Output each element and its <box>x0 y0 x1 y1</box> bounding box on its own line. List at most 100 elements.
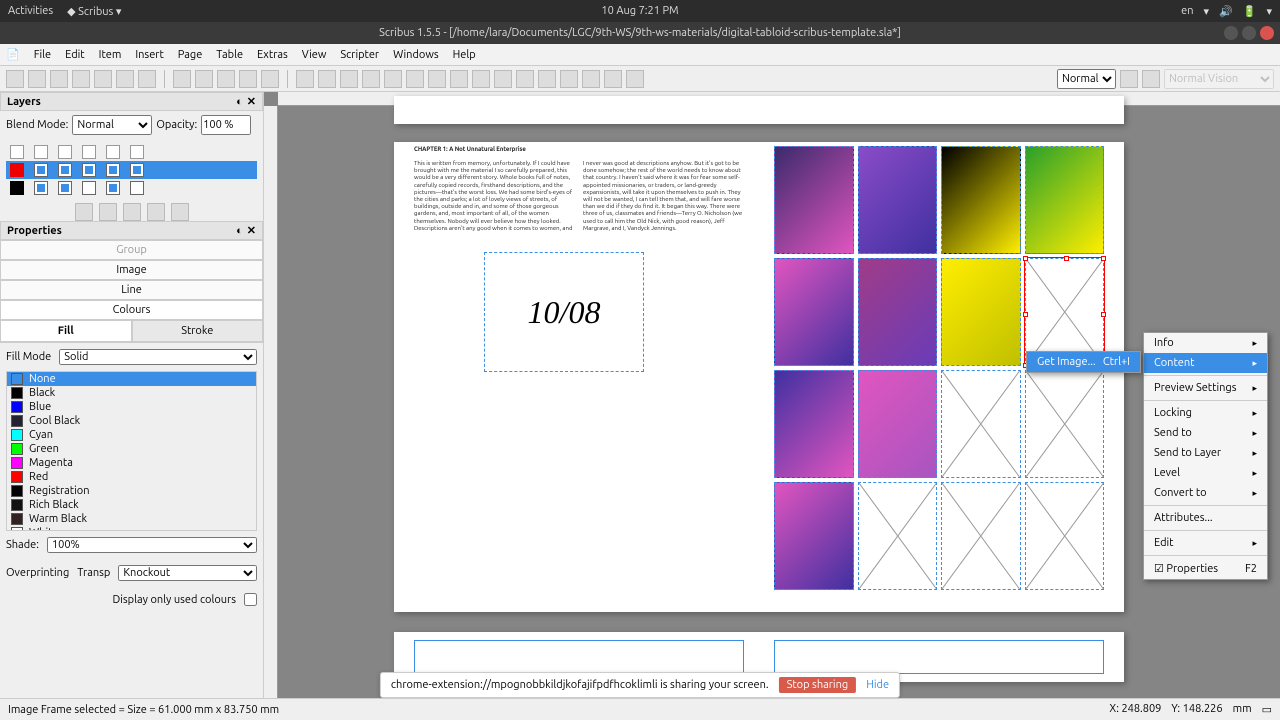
image-frame-empty[interactable] <box>1025 370 1105 478</box>
image-frame-selected[interactable] <box>1025 258 1105 366</box>
menu-send-to[interactable]: Send to <box>1144 423 1267 443</box>
tool-textframe[interactable] <box>318 70 336 88</box>
image-frame-empty[interactable] <box>858 482 938 590</box>
section-line[interactable]: Line <box>0 280 263 300</box>
display-only-checkbox[interactable] <box>244 593 257 606</box>
section-image[interactable]: Image <box>0 260 263 280</box>
layer-col-outline[interactable] <box>130 145 144 159</box>
layers-close-icon[interactable]: ✕ <box>247 95 256 108</box>
menu-extras[interactable]: Extras <box>257 49 288 61</box>
tool-open[interactable] <box>28 70 46 88</box>
layer-delete[interactable] <box>99 203 117 221</box>
network-icon[interactable]: ▾ <box>1204 5 1210 18</box>
color-item[interactable]: Warm Black <box>7 512 256 526</box>
menu-scripter[interactable]: Scripter <box>340 49 379 61</box>
close-button[interactable] <box>1260 26 1274 40</box>
image-frame[interactable] <box>941 258 1021 366</box>
layers-panel-header[interactable]: Layers ◐ ✕ <box>0 92 263 111</box>
layer-add[interactable] <box>75 203 93 221</box>
tool-freehand[interactable] <box>450 70 468 88</box>
empty-text-frame[interactable] <box>414 640 744 674</box>
menu-attributes[interactable]: Attributes... <box>1144 508 1267 528</box>
menu-info[interactable]: Info <box>1144 333 1267 353</box>
image-frame[interactable] <box>858 258 938 366</box>
tool-imageframe[interactable] <box>340 70 358 88</box>
tool-print[interactable] <box>94 70 112 88</box>
menu-page[interactable]: Page <box>178 49 203 61</box>
tool-polygon[interactable] <box>384 70 402 88</box>
image-frame-empty[interactable] <box>1025 482 1105 590</box>
tool-paste[interactable] <box>261 70 279 88</box>
tool-zoom[interactable] <box>494 70 512 88</box>
image-frame-empty[interactable] <box>941 370 1021 478</box>
tool-select[interactable] <box>296 70 314 88</box>
chapter-heading[interactable]: CHAPTER 1: A Not Unnatural Enterprise <box>414 146 744 158</box>
zoom-controls[interactable]: ▭ <box>1262 703 1272 716</box>
image-frame[interactable] <box>774 482 854 590</box>
menu-windows[interactable]: Windows <box>393 49 439 61</box>
image-frame[interactable] <box>858 370 938 478</box>
props-shade-icon[interactable]: ◐ <box>236 225 243 237</box>
tool-rotate[interactable] <box>472 70 490 88</box>
tool-bezier[interactable] <box>428 70 446 88</box>
canvas-area[interactable]: CHAPTER 1: A Not Unnatural Enterprise Th… <box>264 92 1280 698</box>
color-item[interactable]: Rich Black <box>7 498 256 512</box>
tool-shape[interactable] <box>362 70 380 88</box>
stop-sharing-button[interactable]: Stop sharing <box>779 677 857 693</box>
menu-edit[interactable]: Edit <box>65 49 85 61</box>
section-colours[interactable]: Colours <box>0 300 263 320</box>
body-text-frame[interactable]: This is written from memory, unfortunate… <box>414 160 744 600</box>
date-frame[interactable]: 10/08 <box>484 252 644 372</box>
toggle-cms[interactable] <box>1120 70 1138 88</box>
menu-help[interactable]: Help <box>453 49 476 61</box>
image-frame[interactable] <box>774 146 854 254</box>
menu-preview-settings[interactable]: Preview Settings <box>1144 378 1267 398</box>
menu-insert[interactable]: Insert <box>135 49 163 61</box>
layer-down[interactable] <box>171 203 189 221</box>
menu-edit[interactable]: Edit <box>1144 533 1267 553</box>
color-item[interactable]: Registration <box>7 484 256 498</box>
status-unit[interactable]: mm <box>1233 703 1252 716</box>
menu-locking[interactable]: Locking <box>1144 403 1267 423</box>
image-frame[interactable] <box>941 146 1021 254</box>
sound-icon[interactable]: 🔊 <box>1219 5 1233 18</box>
tool-save[interactable] <box>50 70 68 88</box>
empty-text-frame[interactable] <box>774 640 1104 674</box>
layer-up[interactable] <box>147 203 165 221</box>
opacity-input[interactable] <box>201 115 251 135</box>
color-item[interactable]: Cool Black <box>7 414 256 428</box>
tool-cut[interactable] <box>217 70 235 88</box>
layer-dup[interactable] <box>123 203 141 221</box>
shade-select[interactable]: 100% <box>47 537 257 553</box>
tool-linktext[interactable] <box>538 70 556 88</box>
color-item[interactable]: Blue <box>7 400 256 414</box>
preview-mode[interactable] <box>1142 70 1160 88</box>
image-frame-empty[interactable] <box>941 482 1021 590</box>
menu-file[interactable]: File <box>34 49 51 61</box>
layer-row[interactable] <box>6 179 257 197</box>
tool-undo[interactable] <box>173 70 191 88</box>
menu-convert-to[interactable]: Convert to <box>1144 483 1267 503</box>
blend-mode-select[interactable]: Normal <box>72 115 152 135</box>
minimize-button[interactable] <box>1224 26 1238 40</box>
layer-col-flow[interactable] <box>106 145 120 159</box>
power-icon[interactable]: ▾ <box>1266 5 1272 18</box>
tool-eyedropper[interactable] <box>626 70 644 88</box>
tool-redo[interactable] <box>195 70 213 88</box>
tool-edittext[interactable] <box>516 70 534 88</box>
color-item[interactable]: Green <box>7 442 256 456</box>
knockout-select[interactable]: Knockout <box>118 565 257 581</box>
menu-item[interactable]: Item <box>99 49 122 61</box>
color-list[interactable]: NoneBlackBlueCool BlackCyanGreenMagentaR… <box>6 371 257 531</box>
image-frame[interactable] <box>774 370 854 478</box>
page-prev[interactable] <box>394 96 1124 124</box>
layer-col-print[interactable] <box>58 145 72 159</box>
menu-get-image[interactable]: Get Image...Ctrl+I <box>1027 352 1140 372</box>
tool-copy[interactable] <box>239 70 257 88</box>
image-frame[interactable] <box>774 258 854 366</box>
tool-measure[interactable] <box>582 70 600 88</box>
tab-stroke[interactable]: Stroke <box>132 320 264 342</box>
hide-share-button[interactable]: Hide <box>866 679 889 691</box>
props-close-icon[interactable]: ✕ <box>247 224 256 237</box>
maximize-button[interactable] <box>1242 26 1256 40</box>
